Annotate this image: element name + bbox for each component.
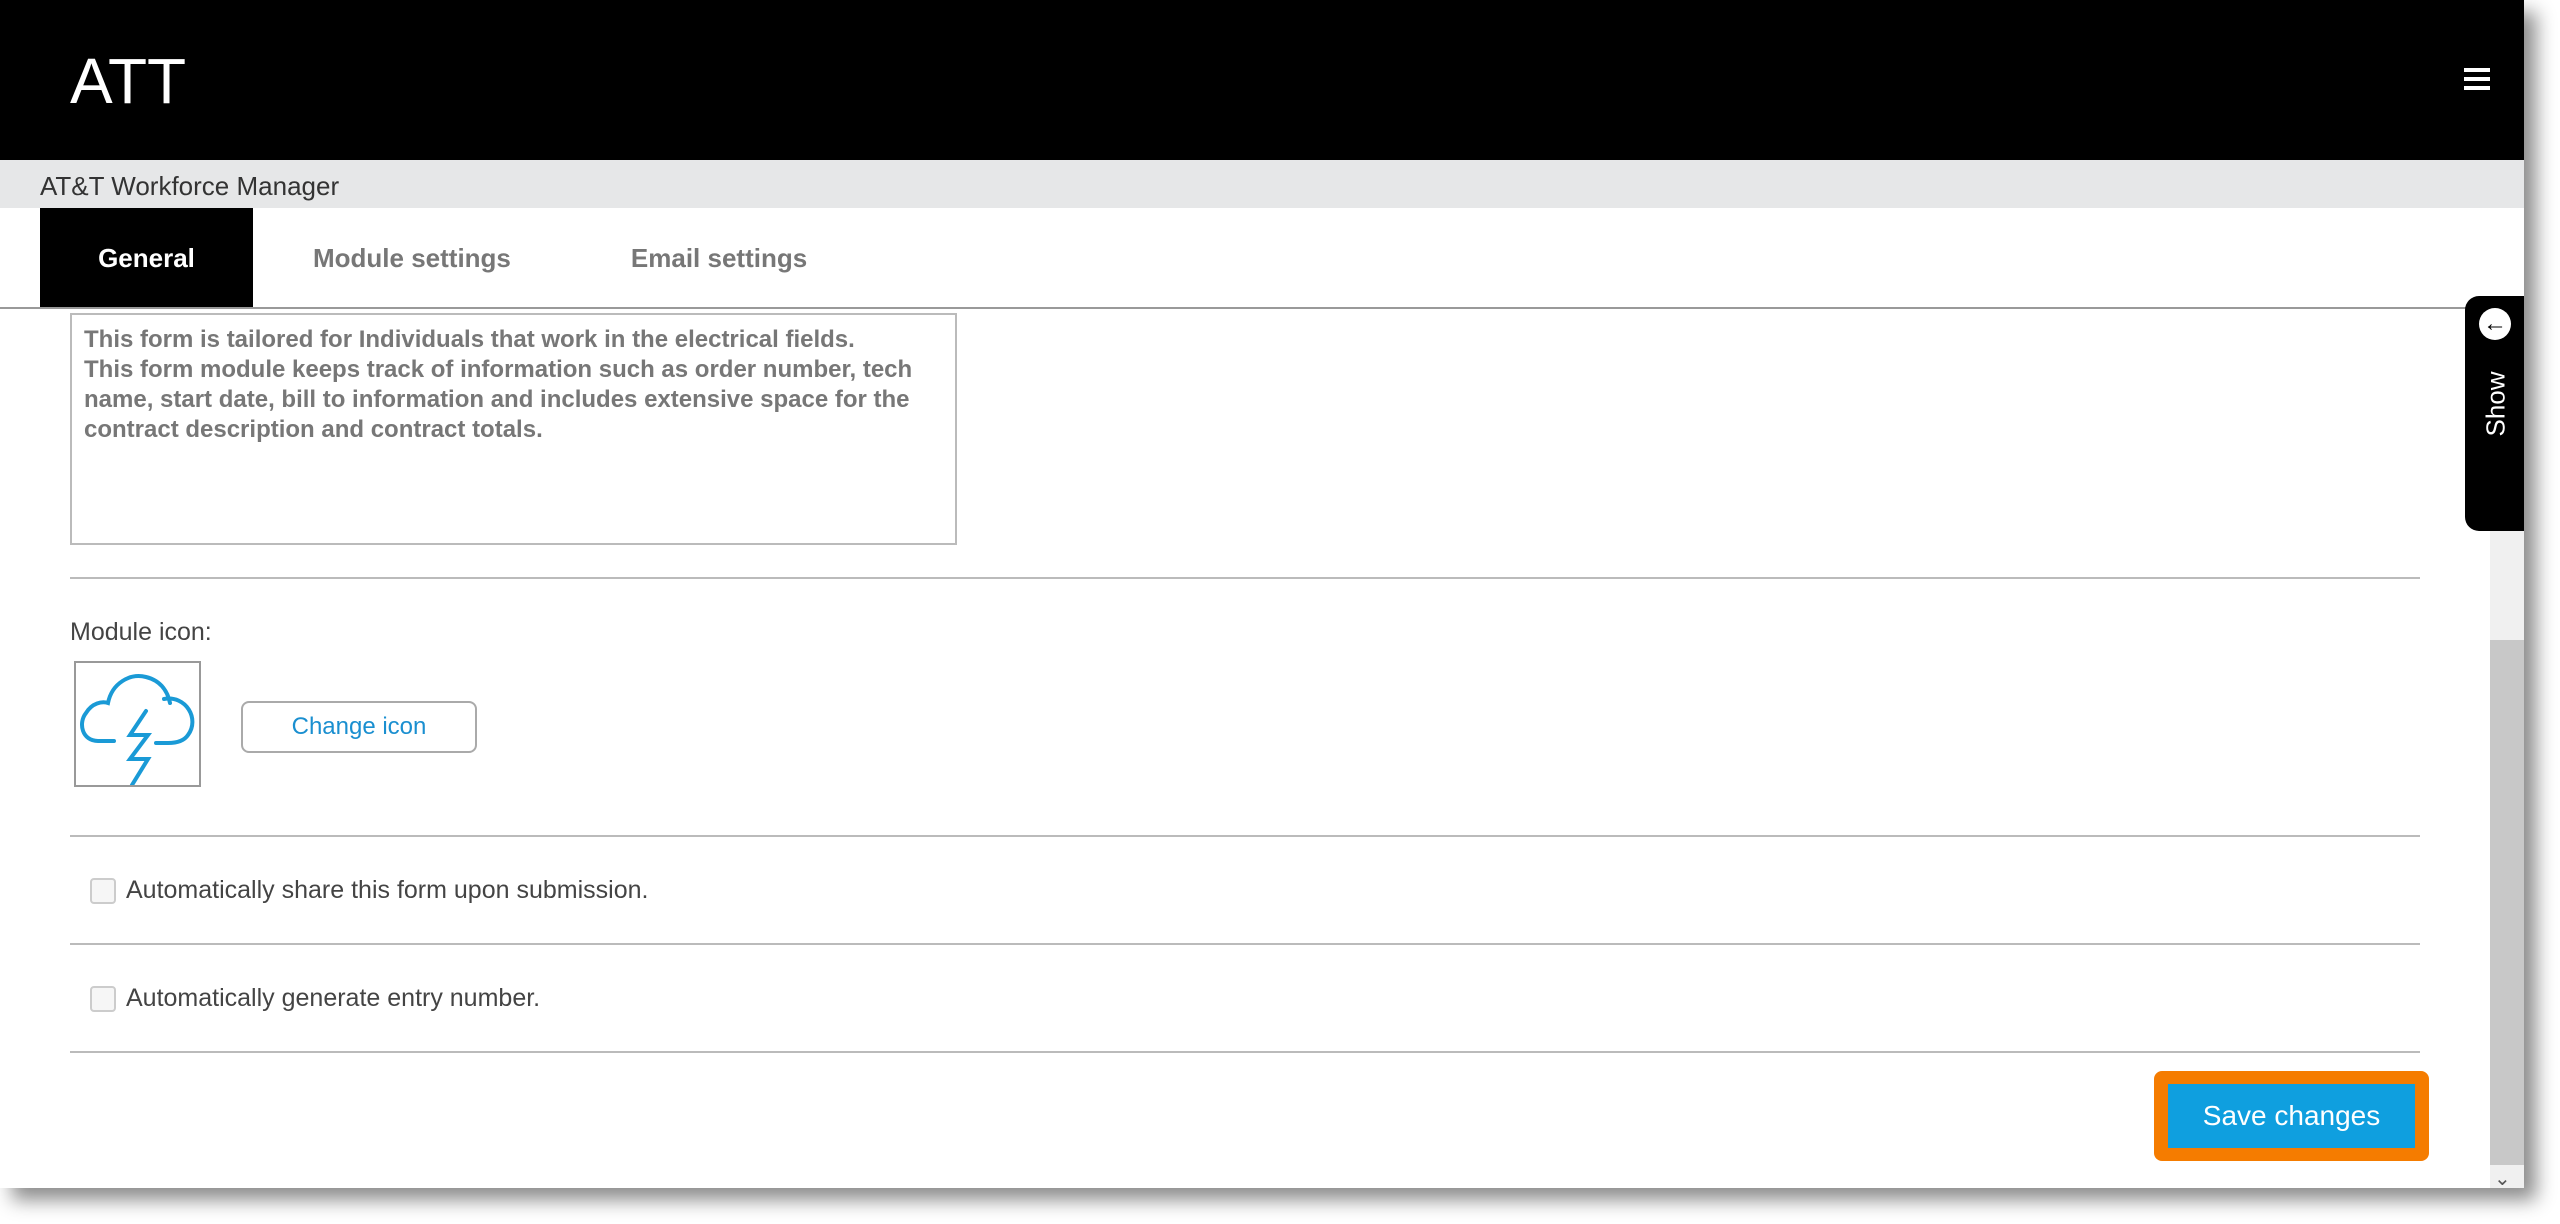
tab-bar: General Module settings Email settings bbox=[40, 208, 867, 308]
module-icon-label: Module icon: bbox=[70, 618, 212, 646]
tab-general[interactable]: General bbox=[40, 208, 253, 308]
show-panel-tab[interactable]: ← Show bbox=[2465, 296, 2524, 531]
divider bbox=[70, 577, 2420, 579]
tab-divider bbox=[0, 307, 2524, 309]
tab-email-settings[interactable]: Email settings bbox=[571, 208, 867, 308]
divider bbox=[70, 1051, 2420, 1053]
hamburger-icon[interactable] bbox=[2464, 68, 2490, 90]
module-icon-preview bbox=[74, 661, 201, 787]
tab-module-settings[interactable]: Module settings bbox=[253, 208, 571, 308]
auto-share-label: Automatically share this form upon submi… bbox=[126, 876, 649, 904]
logo: ATT bbox=[70, 45, 187, 117]
app-window: ATT AT&T Workforce Manager General Modul… bbox=[0, 0, 2524, 1188]
divider bbox=[70, 835, 2420, 837]
arrow-left-circle-icon: ← bbox=[2479, 308, 2511, 340]
top-header: ATT bbox=[0, 0, 2524, 160]
scrollbar-thumb[interactable] bbox=[2490, 640, 2524, 1165]
save-highlight: Save changes bbox=[2154, 1071, 2429, 1161]
cloud-lightning-icon bbox=[80, 674, 195, 787]
scroll-down-icon[interactable]: ⌄ bbox=[2494, 1166, 2511, 1188]
option-auto-share: Automatically share this form upon submi… bbox=[90, 876, 648, 905]
divider bbox=[70, 943, 2420, 945]
show-label: Show bbox=[2480, 371, 2511, 437]
description-textarea[interactable]: This form is tailored for Individuals th… bbox=[70, 313, 957, 545]
app-title: AT&T Workforce Manager bbox=[0, 160, 2524, 208]
auto-share-checkbox[interactable] bbox=[90, 877, 116, 904]
option-auto-entry-number: Automatically generate entry number. bbox=[90, 984, 540, 1013]
change-icon-button[interactable]: Change icon bbox=[241, 701, 477, 753]
save-changes-button[interactable]: Save changes bbox=[2168, 1084, 2415, 1148]
auto-entry-number-label: Automatically generate entry number. bbox=[126, 984, 541, 1012]
auto-entry-number-checkbox[interactable] bbox=[90, 985, 116, 1012]
